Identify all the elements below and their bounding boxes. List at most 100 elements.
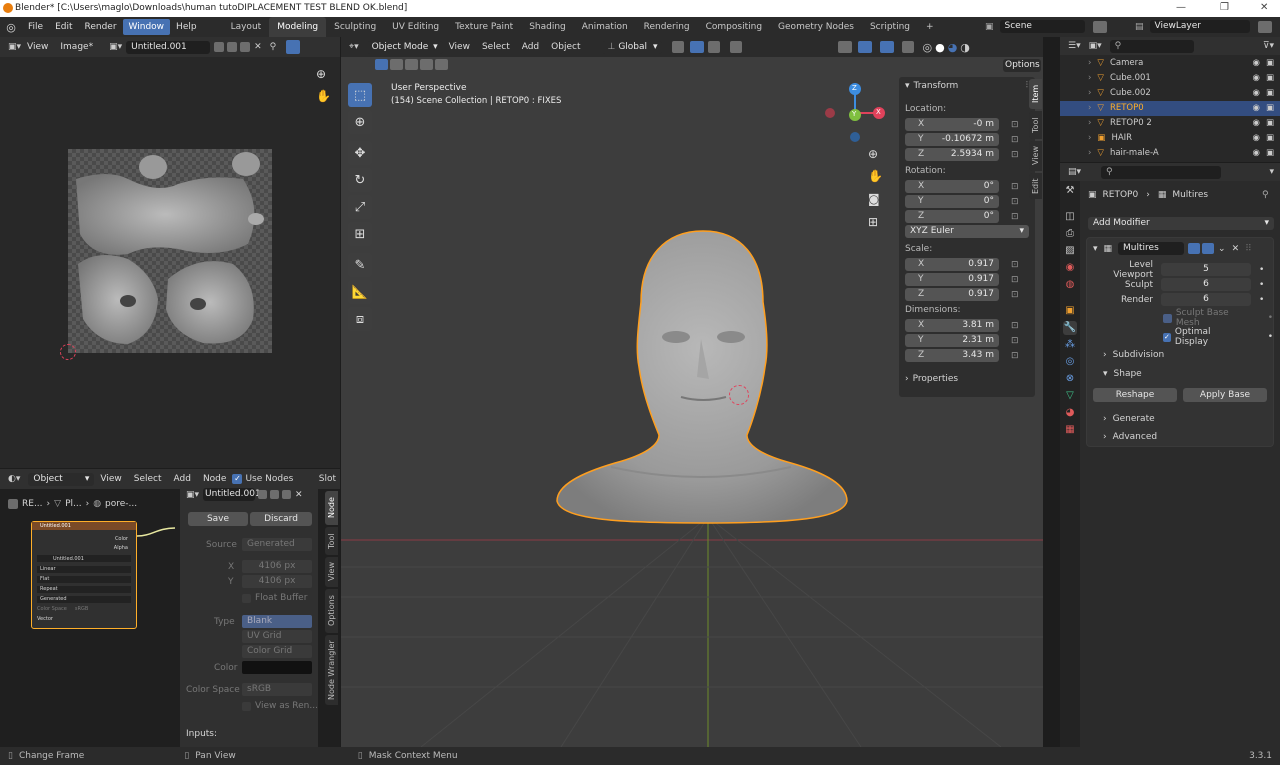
expand-arrow-icon[interactable]: › xyxy=(1088,146,1091,161)
rotation-field-x[interactable]: X 0° xyxy=(905,180,999,193)
blender-menu-icon[interactable]: ◎ xyxy=(0,21,22,34)
node-editor-type-icon[interactable]: ◐▾ xyxy=(8,474,20,484)
render-visibility-icon[interactable]: ▣ xyxy=(1266,116,1274,131)
minimize-button[interactable]: — xyxy=(1176,2,1186,13)
new-scene-icon[interactable] xyxy=(1092,20,1107,33)
expand-arrow-icon[interactable]: › xyxy=(1088,131,1091,146)
tab-sculpting[interactable]: Sculpting xyxy=(326,17,384,37)
use-nodes-checkbox[interactable]: ✓ xyxy=(232,474,243,484)
outliner-filter-icon[interactable]: ⊽▾ xyxy=(1263,41,1274,51)
shader-type-dropdown[interactable]: Object ▾ xyxy=(28,472,95,486)
render-visibility-icon[interactable]: ▣ xyxy=(1266,71,1274,86)
location-field-z[interactable]: Z 2.5934 m xyxy=(905,148,999,161)
view-layer-field[interactable]: ViewLayer xyxy=(1149,20,1250,33)
outliner-item[interactable]: › ▽ hair-male-A ◉ ▣ xyxy=(1060,146,1280,161)
uv-texture-canvas[interactable] xyxy=(68,149,272,353)
tab-animation[interactable]: Animation xyxy=(574,17,636,37)
eye-visibility-icon[interactable]: ◉ xyxy=(1253,56,1260,71)
modifier-collapse-icon[interactable]: ▾ xyxy=(1093,244,1098,254)
location-field-x[interactable]: X -0 m xyxy=(905,118,999,131)
optimal-display-checkbox[interactable]: ✓ xyxy=(1163,332,1171,342)
lock-icon[interactable]: ⊡ xyxy=(1011,212,1019,222)
reshape-button[interactable]: Reshape xyxy=(1093,388,1177,402)
2d-cursor-icon[interactable] xyxy=(60,344,76,360)
lock-icon[interactable]: ⊡ xyxy=(1011,197,1019,207)
scene-field[interactable]: Scene xyxy=(999,20,1085,33)
menu-window[interactable]: Window xyxy=(122,19,171,35)
sidebar-image-name[interactable]: Untitled.001 xyxy=(203,488,261,501)
particles-props-icon[interactable]: ⁂ xyxy=(1063,338,1077,352)
menu-render[interactable]: Render xyxy=(79,17,123,37)
display-mode-icon[interactable]: ▣▾ xyxy=(1089,41,1102,51)
fake-user-icon[interactable] xyxy=(214,42,225,52)
select-box-tool-icon[interactable]: ⬚ xyxy=(348,83,372,107)
cursor-tool-icon[interactable]: ⊕ xyxy=(348,110,372,134)
world-props-icon[interactable]: ◍ xyxy=(1063,278,1077,292)
outliner-type-icon[interactable]: ☰▾ xyxy=(1068,41,1081,51)
maximize-button[interactable]: ❐ xyxy=(1220,2,1229,13)
measure-tool-icon[interactable]: 📐 xyxy=(348,280,372,304)
image-browse-icon-2[interactable]: ▣▾ xyxy=(186,490,199,500)
menu-file[interactable]: File xyxy=(22,17,49,37)
shape-subpanel[interactable]: Shape xyxy=(1114,369,1142,379)
scale-tool-icon[interactable]: ⤢ xyxy=(348,195,372,219)
properties-pin-icon[interactable]: ⚲ xyxy=(1262,190,1269,200)
rotation-field-y[interactable]: Y 0° xyxy=(905,195,999,208)
height-field[interactable]: 4106 px xyxy=(242,575,312,588)
node-projection-dropdown[interactable]: Flat xyxy=(37,576,131,583)
render-visibility-icon[interactable]: ▣ xyxy=(1266,86,1274,101)
sidebar-tab-node-wrangler[interactable]: Node Wrangler xyxy=(325,635,338,705)
type-blank[interactable]: Blank xyxy=(242,615,312,628)
tab-modeling[interactable]: Modeling xyxy=(269,17,327,37)
add-workspace-button[interactable]: + xyxy=(918,17,942,37)
eye-visibility-icon[interactable]: ◉ xyxy=(1253,116,1260,131)
keyframe-dot-icon[interactable]: • xyxy=(1259,295,1264,305)
sidebar-unlink-icon[interactable]: ✕ xyxy=(295,490,303,500)
tab-layout[interactable]: Layout xyxy=(223,17,270,37)
npanel-tab-tool[interactable]: Tool xyxy=(1029,111,1042,139)
expand-arrow-icon[interactable]: › xyxy=(1088,56,1091,71)
node-extension-dropdown[interactable]: Repeat xyxy=(37,586,131,593)
menu-help[interactable]: Help xyxy=(170,17,203,37)
show-in-viewport-icon[interactable] xyxy=(1188,243,1201,254)
sync-icon[interactable] xyxy=(286,40,301,54)
float-buffer-checkbox[interactable] xyxy=(242,593,251,603)
npanel-tab-item[interactable]: Item xyxy=(1029,79,1042,109)
unlink-icon[interactable]: ✕ xyxy=(254,42,262,52)
pin-icon[interactable]: ⚲ xyxy=(270,42,277,52)
tab-shading[interactable]: Shading xyxy=(521,17,574,37)
tab-geometry-nodes[interactable]: Geometry Nodes xyxy=(770,17,862,37)
discard-button[interactable]: Discard xyxy=(250,512,312,526)
subdivision-subpanel[interactable]: Subdivision xyxy=(1113,350,1165,360)
eye-visibility-icon[interactable]: ◉ xyxy=(1253,131,1260,146)
dimension-field-x[interactable]: X 3.81 m xyxy=(905,319,999,332)
image-name-field[interactable]: Untitled.001 xyxy=(126,40,211,54)
level-field[interactable]: 6 xyxy=(1161,293,1251,306)
breadcrumb-material[interactable]: pore-... xyxy=(105,499,137,509)
node-source-dropdown[interactable]: Generated xyxy=(37,596,131,603)
eye-visibility-icon[interactable]: ◉ xyxy=(1253,101,1260,116)
rotate-tool-icon[interactable]: ↻ xyxy=(348,168,372,192)
zoom-icon[interactable]: ⊕ xyxy=(316,67,326,81)
modifier-props-icon[interactable]: 🔧 xyxy=(1063,321,1077,335)
expand-arrow-icon[interactable]: › xyxy=(1088,116,1091,131)
node-interp-dropdown[interactable]: Linear xyxy=(37,566,131,573)
lock-icon[interactable]: ⊡ xyxy=(1011,275,1019,285)
render-visibility-icon[interactable]: ▣ xyxy=(1266,146,1274,161)
add-cube-tool-icon[interactable]: ⧈ xyxy=(348,307,372,331)
color-swatch[interactable] xyxy=(242,661,312,674)
dimension-field-y[interactable]: Y 2.31 m xyxy=(905,334,999,347)
ortho-toggle-icon[interactable]: ⊞ xyxy=(868,215,878,229)
tool-props-icon[interactable]: ⚒ xyxy=(1063,184,1077,198)
open-image-icon[interactable] xyxy=(240,42,251,52)
modifier-drag-icon[interactable]: ⠿ xyxy=(1245,244,1252,254)
modifier-extras-icon[interactable]: ⌄ xyxy=(1218,244,1226,254)
apply-base-button[interactable]: Apply Base xyxy=(1183,388,1267,402)
close-button[interactable]: ✕ xyxy=(1260,2,1268,13)
expand-arrow-icon[interactable]: › xyxy=(1088,86,1091,101)
navigation-gizmo[interactable]: Z Y X xyxy=(819,81,889,143)
scale-field-y[interactable]: Y 0.917 xyxy=(905,273,999,286)
properties-type-icon[interactable]: ▤▾ xyxy=(1068,167,1081,177)
outliner-item[interactable]: › ▽ Cube.001 ◉ ▣ xyxy=(1060,71,1280,86)
add-modifier-dropdown[interactable]: Add Modifier ▾ xyxy=(1088,217,1274,230)
